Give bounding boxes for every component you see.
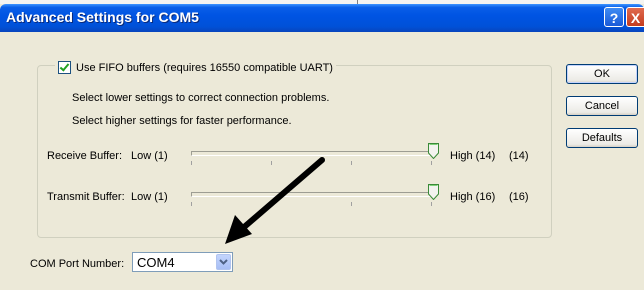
annotation-arrow bbox=[225, 157, 325, 244]
